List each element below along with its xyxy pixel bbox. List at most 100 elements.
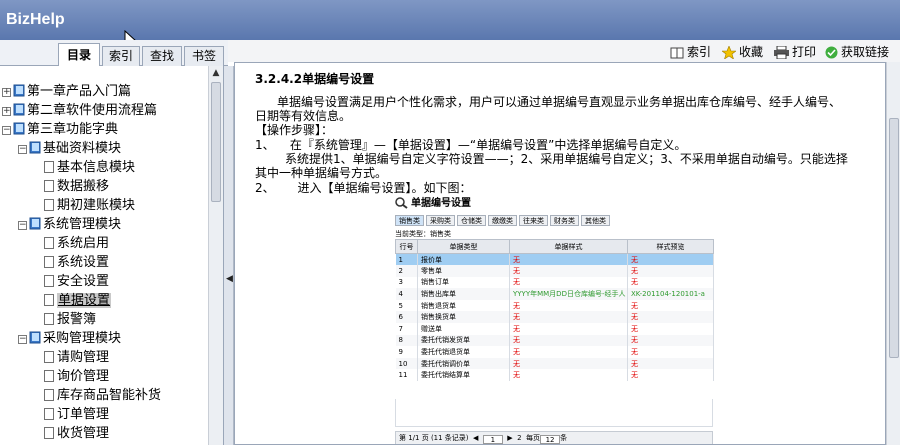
expand-icon[interactable]: + (2, 107, 11, 116)
scroll-up-icon[interactable]: ▲ (211, 68, 221, 78)
collapse-pane-icon[interactable]: ◀ (226, 274, 233, 284)
tab-bookmarks[interactable]: 书签 (184, 46, 224, 66)
collapse-icon[interactable]: − (18, 335, 27, 344)
cell-doc-type: 销售出库单 (417, 288, 510, 300)
tree-item-chapter3[interactable]: − 第三章功能字典 (2, 120, 118, 139)
cell-style-preview: 无 (627, 299, 714, 312)
cell-doc-type: 赠送单 (417, 323, 510, 335)
category-sales-button[interactable]: 销售类 (395, 215, 424, 226)
content-scrollbar[interactable] (886, 62, 900, 445)
step-1-number: 1、 (255, 138, 275, 152)
cell-doc-type: 报价单 (417, 253, 510, 266)
tree-item-chapter1[interactable]: + 第一章产品入门篇 (2, 82, 131, 101)
tree-item-label: 第一章产品入门篇 (27, 84, 132, 99)
tree-item-system-enable[interactable]: 系统启用 (44, 234, 109, 253)
tree-item-system-management[interactable]: − 系统管理模块 (18, 215, 121, 234)
open-book-icon (13, 122, 25, 135)
get-link-button-label: 获取链接 (841, 45, 890, 59)
scroll-thumb[interactable] (211, 82, 221, 202)
cell-doc-style: 无 (509, 369, 628, 382)
cell-style-preview: 无 (627, 276, 714, 289)
step-1-desc-1: 系统提供1、单据编号自定义字符设置——；2、采用单据编号自定义；3、不采用单据自… (285, 152, 848, 166)
open-book-icon (29, 331, 41, 344)
tree-scrollbar[interactable]: ▲ (208, 66, 223, 445)
table-row[interactable]: 7 赠送单无无 (395, 323, 714, 335)
tab-index[interactable]: 索引 (102, 46, 140, 66)
cell-doc-style: 无 (509, 276, 628, 289)
app-title: BizHelp (6, 11, 65, 28)
tree-item-receiving[interactable]: 收货管理 (44, 424, 109, 443)
table-row[interactable]: 11 委托代销结算单无无 (395, 369, 714, 382)
column-header-row-no: 行号 (395, 239, 418, 254)
category-payment-button[interactable]: 缴缴类 (488, 215, 517, 226)
category-transaction-button[interactable]: 往来类 (519, 215, 548, 226)
collapse-icon[interactable]: − (18, 145, 27, 154)
page-icon (44, 180, 54, 192)
table-row[interactable]: 6 销售换货单无无 (395, 311, 714, 324)
step-2: 2、 进入【单据编号设置】。如下图： (255, 181, 875, 196)
index-button[interactable]: 索引 (670, 44, 711, 60)
book-icon (670, 47, 684, 59)
tree-item-label: 订单管理 (57, 407, 110, 422)
table-row[interactable]: 3 销售订单无无 (395, 276, 714, 289)
table-row[interactable]: 10 委托代销调价单无无 (395, 357, 714, 370)
category-storage-button[interactable]: 仓储类 (457, 215, 486, 226)
table-row[interactable]: 1 报价单无无 (395, 253, 714, 266)
cell-doc-style: 无 (509, 346, 628, 358)
category-finance-button[interactable]: 财务类 (550, 215, 579, 226)
tree-item-basic-data[interactable]: − 基础资料模块 (18, 139, 121, 158)
favorites-button[interactable]: 收藏 (721, 44, 763, 60)
tree-item-system-settings[interactable]: 系统设置 (44, 253, 109, 272)
per-page-field[interactable]: 12 (540, 435, 561, 444)
per-page-label: 每页 (526, 434, 541, 442)
tree-item-label: 系统设置 (57, 255, 110, 270)
figure-title-text: 单据编号设置 (411, 198, 471, 209)
scroll-thumb[interactable] (889, 118, 899, 358)
table-row[interactable]: 9 委托代销退货单无无 (395, 346, 714, 358)
tree-item-opening-accounts[interactable]: 期初建账模块 (44, 196, 135, 215)
category-purchase-button[interactable]: 采购类 (426, 215, 455, 226)
expand-icon[interactable]: + (2, 88, 11, 97)
help-content: 3.2.4.2单据编号设置 单据编号设置满足用户个性化需求，用户可以通过单据编号… (234, 62, 886, 445)
step-1: 1、 在『系统管理』—【单据设置】—“单据编号设置”中选择单据编号自定义。 (255, 138, 875, 153)
tree-item-requisition[interactable]: 请购管理 (44, 348, 109, 367)
cell-style-preview: 无 (627, 323, 714, 335)
tree-item-order-management[interactable]: 订单管理 (44, 405, 109, 424)
next-page-number[interactable]: 2 (517, 434, 521, 442)
page-icon (44, 408, 54, 420)
tree-item-basic-info[interactable]: 基本信息模块 (44, 158, 135, 177)
next-page-icon[interactable]: ▶ (507, 434, 512, 442)
table-empty-area (395, 399, 713, 427)
cell-row-no: 4 (395, 288, 418, 300)
tree-item-inquiry[interactable]: 询价管理 (44, 367, 109, 386)
check-circle-icon (825, 46, 838, 59)
current-page-field[interactable]: 1 (482, 435, 503, 444)
cell-doc-style: 无 (509, 323, 628, 335)
tree-item-smart-replenish[interactable]: 库存商品智能补货 (44, 386, 161, 405)
cell-doc-style: 无 (509, 265, 628, 277)
cell-doc-style: 无 (509, 311, 628, 324)
collapse-icon[interactable]: − (2, 126, 11, 135)
tree-item-alarm-book[interactable]: 报警簿 (44, 310, 96, 329)
table-row[interactable]: 8 委托代销发货单无无 (395, 334, 714, 347)
tree-item-document-settings[interactable]: 单据设置 (44, 291, 112, 310)
tree-item-chapter2[interactable]: + 第二章软件使用流程篇 (2, 101, 157, 120)
table-row[interactable]: 4 销售出库单 YYYY年MM月DD日仓库编号-经手人 XK-201104-12010… (395, 288, 714, 300)
tree-item-purchase-management[interactable]: − 采购管理模块 (18, 329, 121, 348)
collapse-icon[interactable]: − (18, 221, 27, 230)
cell-doc-style: YYYY年MM月DD日仓库编号-经手人 (509, 288, 628, 300)
pane-splitter[interactable]: ◀ (224, 66, 234, 445)
cell-row-no: 6 (395, 311, 418, 324)
table-row[interactable]: 5 销售退货单无无 (395, 299, 714, 312)
print-button[interactable]: 打印 (774, 44, 816, 60)
tab-contents[interactable]: 目录 (58, 43, 100, 67)
category-other-button[interactable]: 其他类 (581, 215, 610, 226)
get-link-button[interactable]: 获取链接 (825, 44, 889, 60)
tree-item-data-migration[interactable]: 数据搬移 (44, 177, 109, 196)
tab-search[interactable]: 查找 (142, 46, 182, 66)
tree-item-security-settings[interactable]: 安全设置 (44, 272, 109, 291)
prev-page-icon[interactable]: ◀ (473, 434, 478, 442)
tree-item-label: 期初建账模块 (57, 198, 136, 213)
cell-doc-type: 委托代销发货单 (417, 334, 510, 347)
table-row[interactable]: 2 零售单无无 (395, 265, 714, 277)
